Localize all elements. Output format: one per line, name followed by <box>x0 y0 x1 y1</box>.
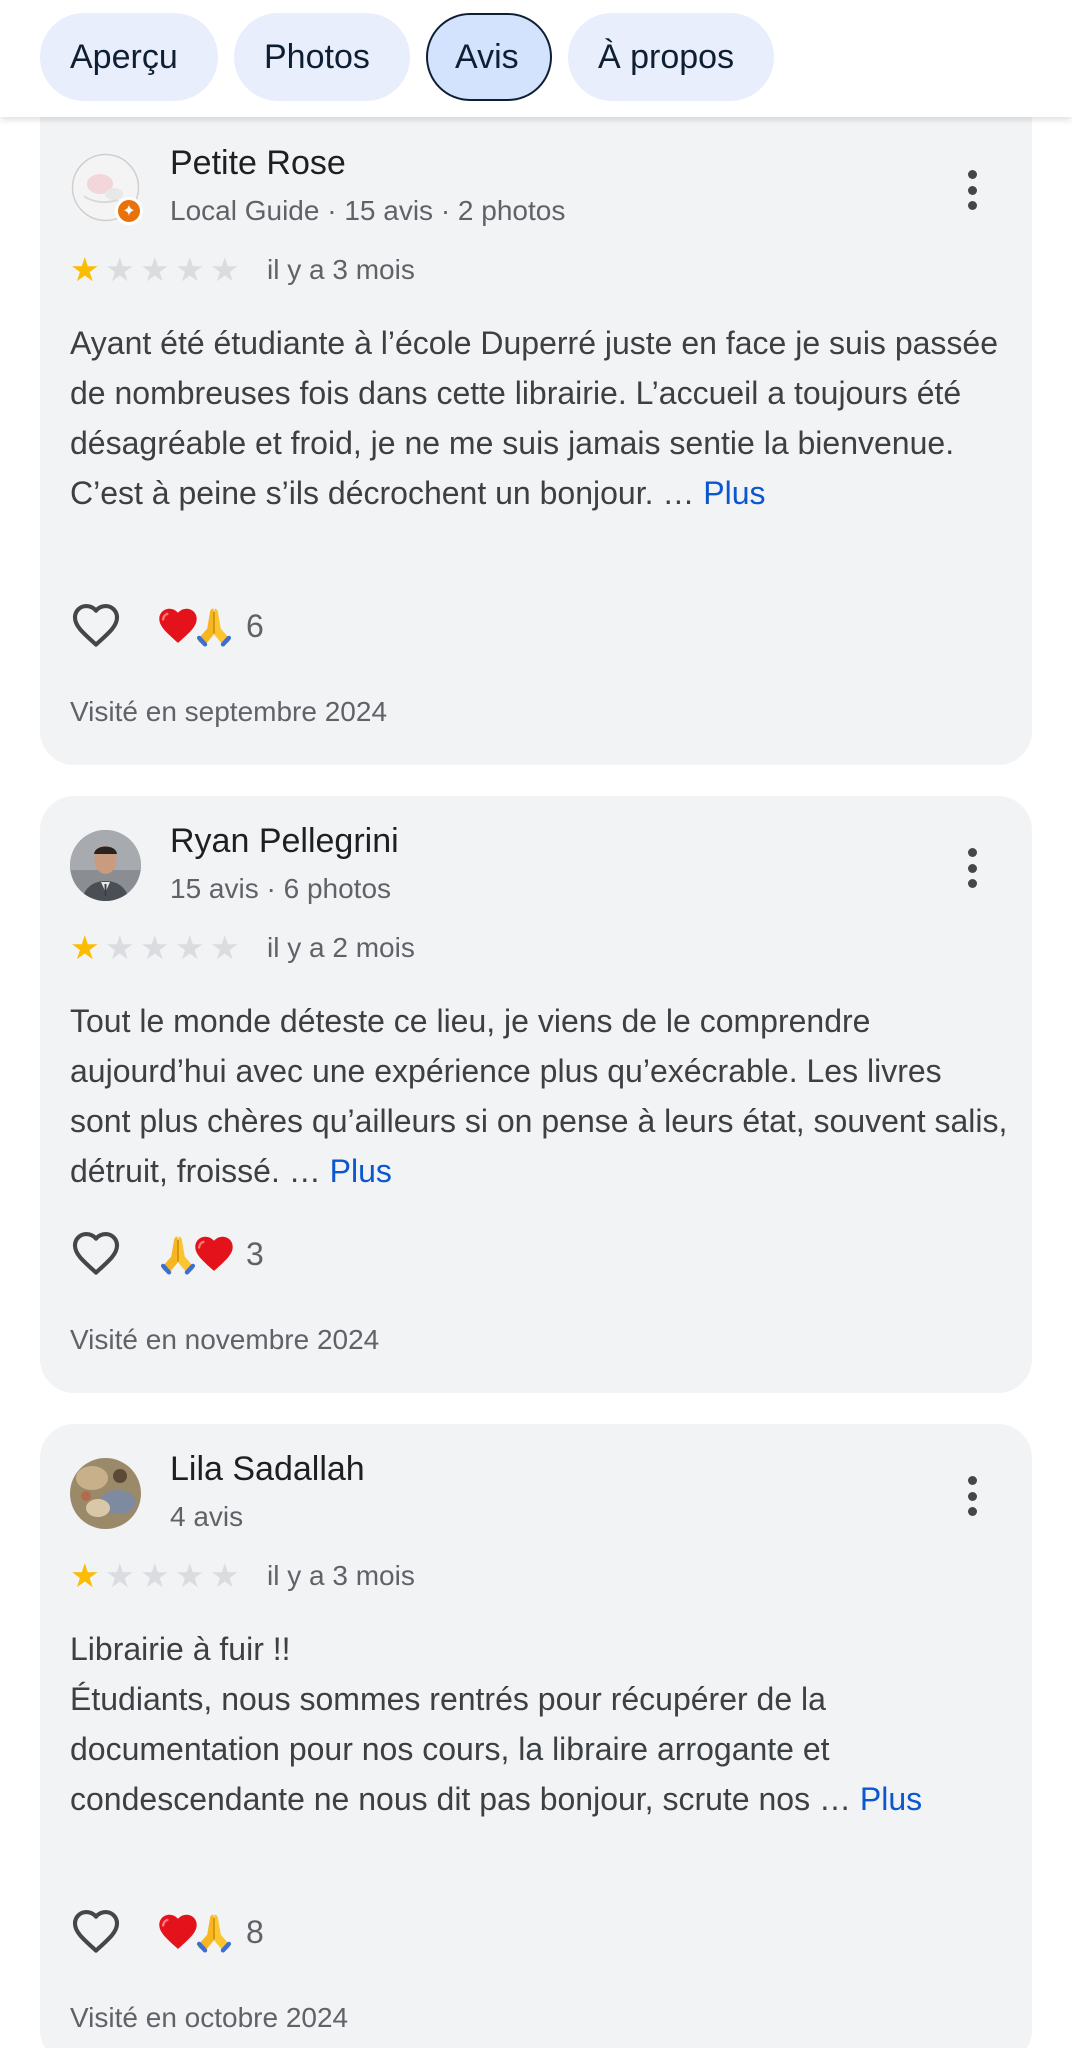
star-empty-icon: ★ <box>105 1556 135 1595</box>
more-options-icon[interactable] <box>952 1468 992 1524</box>
star-empty-icon: ★ <box>140 1556 170 1595</box>
folded-hands-emoji-icon <box>192 603 236 649</box>
like-heart-icon[interactable] <box>70 1906 122 1958</box>
star-rating: ★ ★ ★ ★ ★ <box>70 252 245 288</box>
review-text: Ayant été étudiante à l’école Duperré ju… <box>70 318 1010 518</box>
star-filled-icon: ★ <box>70 928 100 967</box>
avatar-image <box>70 830 141 901</box>
review-date: il y a 2 mois <box>267 932 415 963</box>
reactions-row: 8 <box>70 1904 264 1960</box>
star-empty-icon: ★ <box>210 250 240 289</box>
avatar[interactable]: ✦ <box>70 152 143 225</box>
visited-date: Visité en novembre 2024 <box>70 1324 380 1355</box>
reviewer-meta: Local Guide · 15 avis · 2 photos <box>170 195 566 226</box>
star-filled-icon: ★ <box>70 1556 100 1595</box>
reaction-count: 3 <box>246 1235 264 1272</box>
review-date: il y a 3 mois <box>267 1560 415 1591</box>
review-date: il y a 3 mois <box>267 254 415 285</box>
visited-date: Visité en octobre 2024 <box>70 2002 349 2033</box>
rating-row: ★ ★ ★ ★ ★ il y a 3 mois <box>70 252 415 288</box>
tab-apercu[interactable]: Aperçu <box>40 13 218 101</box>
like-heart-icon[interactable] <box>70 600 122 652</box>
more-link[interactable]: Plus <box>860 1781 922 1817</box>
like-heart-icon[interactable] <box>70 1228 122 1280</box>
star-empty-icon: ★ <box>210 928 240 967</box>
avatar-image <box>70 1458 141 1529</box>
review-text: Librairie à fuir !! Étudiants, nous somm… <box>70 1624 1010 1824</box>
review-text: Tout le monde déteste ce lieu, je viens … <box>70 996 1010 1196</box>
reaction-count: 8 <box>246 1913 264 1950</box>
reactions-row: 3 <box>70 1226 264 1282</box>
star-empty-icon: ★ <box>175 250 205 289</box>
ellipsis: … <box>288 1153 321 1189</box>
review-text-content: Tout le monde déteste ce lieu, je viens … <box>70 1003 1008 1189</box>
star-empty-icon: ★ <box>175 1556 205 1595</box>
reviewer-meta: 4 avis <box>170 1501 244 1532</box>
tab-a-propos[interactable]: À propos <box>568 13 774 101</box>
review-text-content: Étudiants, nous sommes rentrés pour récu… <box>70 1681 830 1817</box>
star-empty-icon: ★ <box>140 928 170 967</box>
heart-emoji-icon <box>192 1231 236 1277</box>
more-options-icon[interactable] <box>952 840 992 896</box>
reviewer-name[interactable]: Ryan Pellegrini <box>170 822 399 861</box>
star-empty-icon: ★ <box>140 250 170 289</box>
avatar[interactable] <box>70 830 141 901</box>
star-filled-icon: ★ <box>70 250 100 289</box>
ellipsis: … <box>662 475 695 511</box>
review-text-content: Ayant été étudiante à l’école Duperré ju… <box>70 325 998 511</box>
review-card: ✦ Petite Rose Local Guide · 15 avis · 2 … <box>40 110 1032 765</box>
local-guide-badge-icon: ✦ <box>115 197 143 225</box>
review-card: Ryan Pellegrini 15 avis · 6 photos ★ ★ ★… <box>40 796 1032 1393</box>
reviewer-name[interactable]: Petite Rose <box>170 144 346 183</box>
star-empty-icon: ★ <box>105 928 135 967</box>
star-rating: ★ ★ ★ ★ ★ <box>70 930 245 966</box>
visited-date: Visité en septembre 2024 <box>70 696 388 727</box>
star-rating: ★ ★ ★ ★ ★ <box>70 1558 245 1594</box>
reactions-row: 6 <box>70 598 264 654</box>
tabs: Aperçu Photos Avis À propos <box>40 13 774 101</box>
more-link[interactable]: Plus <box>330 1153 392 1189</box>
reviewer-meta: 15 avis · 6 photos <box>170 873 392 904</box>
review-card: Lila Sadallah 4 avis ★ ★ ★ ★ ★ il y a 3 … <box>40 1424 1032 2048</box>
tab-bar: Aperçu Photos Avis À propos <box>0 0 1072 117</box>
ellipsis: … <box>818 1781 851 1817</box>
rating-row: ★ ★ ★ ★ ★ il y a 2 mois <box>70 930 415 966</box>
star-empty-icon: ★ <box>210 1556 240 1595</box>
folded-hands-emoji-icon <box>192 1909 236 1955</box>
reaction-count: 6 <box>246 607 264 644</box>
tab-photos[interactable]: Photos <box>234 13 410 101</box>
review-text-first-line: Librairie à fuir !! <box>70 1631 291 1667</box>
reviewer-name[interactable]: Lila Sadallah <box>170 1450 365 1489</box>
more-options-icon[interactable] <box>952 162 992 218</box>
avatar[interactable] <box>70 1458 141 1529</box>
rating-row: ★ ★ ★ ★ ★ il y a 3 mois <box>70 1558 415 1594</box>
star-empty-icon: ★ <box>175 928 205 967</box>
tab-avis[interactable]: Avis <box>426 13 552 101</box>
star-empty-icon: ★ <box>105 250 135 289</box>
more-link[interactable]: Plus <box>703 475 765 511</box>
